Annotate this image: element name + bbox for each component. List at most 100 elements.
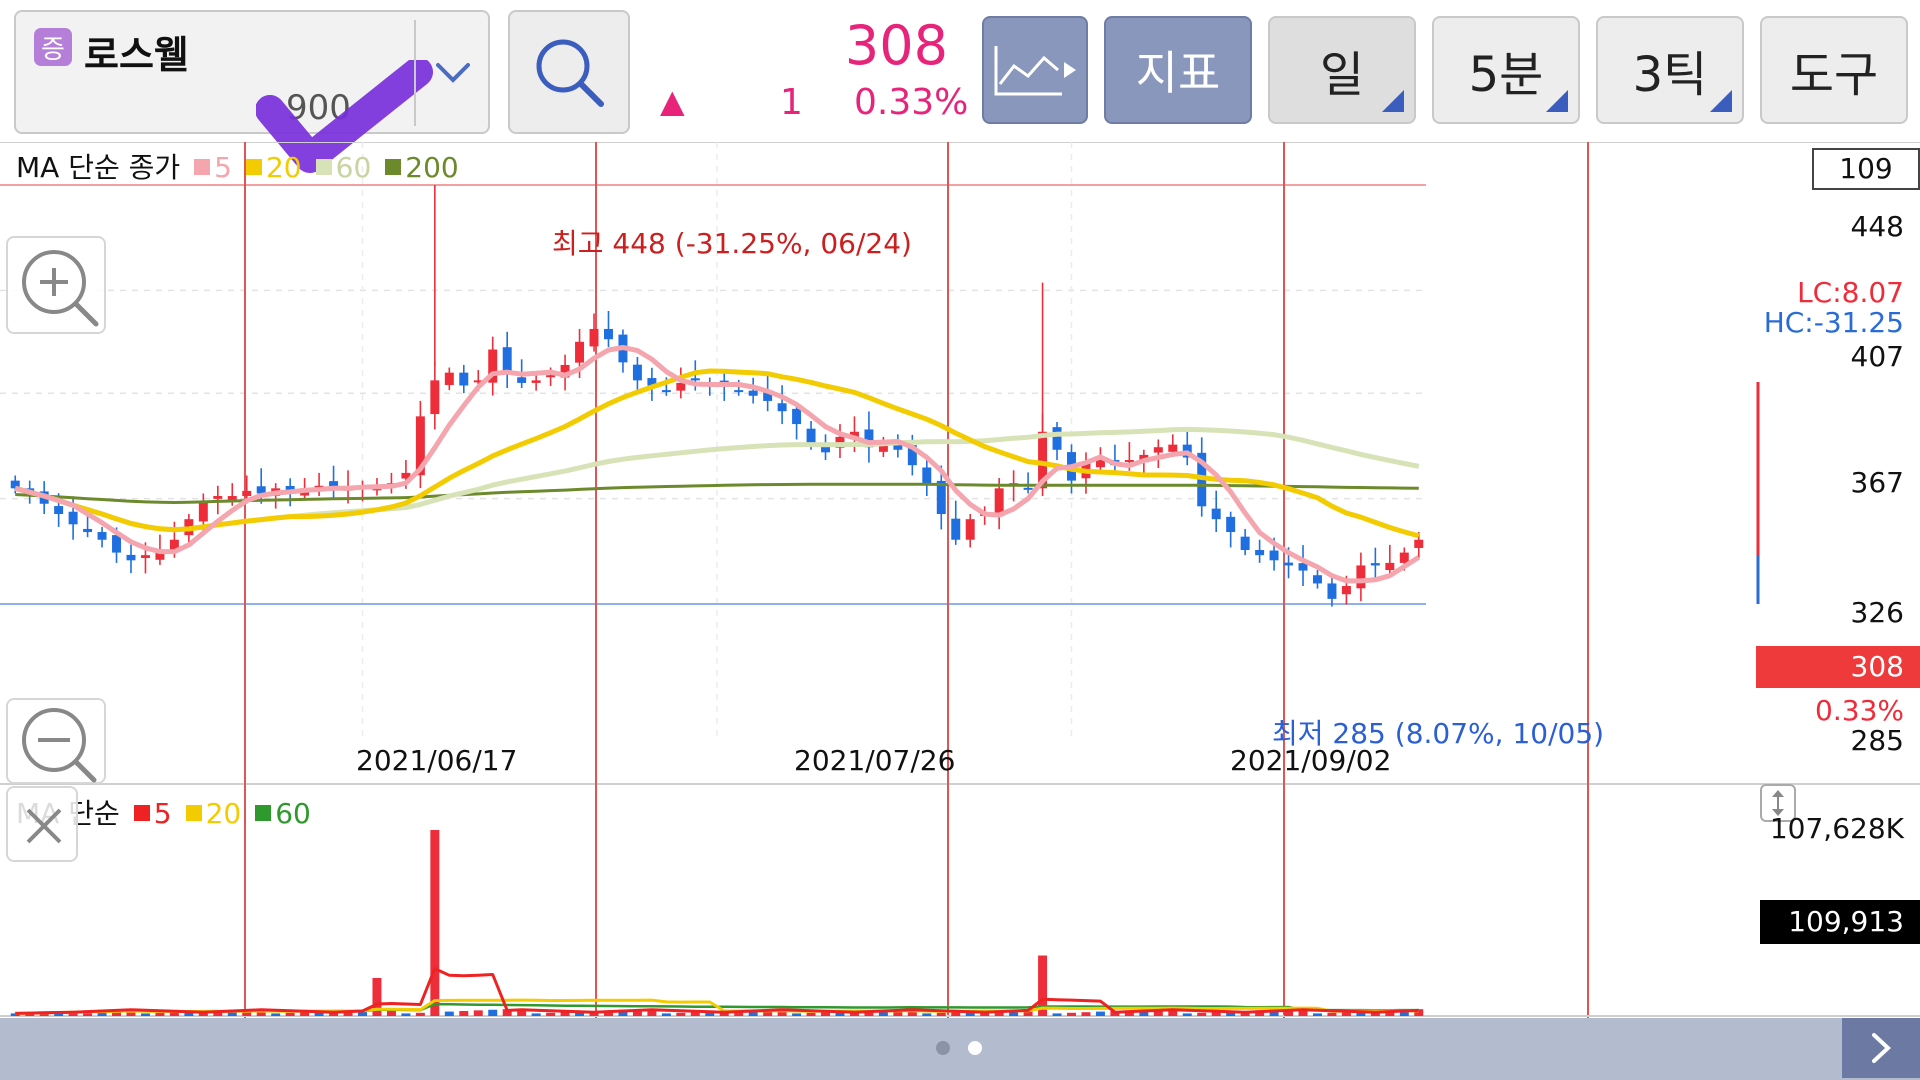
volume-bar bbox=[1067, 1012, 1076, 1016]
search-icon bbox=[536, 39, 604, 107]
candle-body bbox=[632, 364, 642, 381]
ma200-swatch bbox=[385, 159, 402, 175]
candle-body bbox=[546, 375, 556, 378]
candle-body bbox=[140, 555, 150, 558]
candle-body bbox=[1255, 550, 1265, 556]
ma60-swatch bbox=[315, 159, 332, 175]
candle-body bbox=[1168, 444, 1178, 452]
volume-bar bbox=[415, 1012, 425, 1016]
stock-dropdown-button[interactable] bbox=[414, 20, 490, 126]
zoom-out-button[interactable] bbox=[6, 698, 106, 784]
candle-body bbox=[1153, 447, 1163, 453]
volume-bar bbox=[1095, 1011, 1105, 1016]
current-percent-tag: 0.33% bbox=[1815, 694, 1904, 727]
ma60-legend-label: 60 bbox=[335, 151, 372, 184]
page-dot-1[interactable] bbox=[936, 1041, 950, 1055]
candle-body bbox=[1399, 552, 1409, 563]
candle-body bbox=[922, 467, 932, 484]
volume-bar bbox=[401, 1013, 411, 1016]
tools-button[interactable]: 도구 bbox=[1760, 16, 1908, 124]
dropdown-corner-icon bbox=[1382, 90, 1404, 112]
dropdown-corner-icon bbox=[1546, 90, 1568, 112]
current-price-tag: 308 bbox=[1756, 646, 1920, 688]
volume-bar bbox=[1197, 1012, 1207, 1016]
period-minute-button[interactable]: 5분 bbox=[1432, 16, 1580, 124]
bottom-page-bar bbox=[0, 1018, 1920, 1080]
candle-body bbox=[1370, 563, 1380, 566]
candle-body bbox=[1284, 562, 1294, 566]
candle-body bbox=[54, 506, 64, 515]
candle-body bbox=[1312, 575, 1322, 584]
candle-body bbox=[242, 490, 252, 497]
volume-bar bbox=[922, 1013, 932, 1016]
candle-body bbox=[1052, 427, 1062, 450]
volume-bar bbox=[444, 1011, 454, 1016]
price-chart[interactable] bbox=[0, 142, 1920, 786]
y-tick-285: 285 bbox=[1850, 724, 1904, 757]
volume-bar bbox=[430, 830, 440, 1016]
vma20-swatch bbox=[185, 805, 202, 821]
zoom-in-icon bbox=[22, 250, 99, 327]
current-price: 308 bbox=[844, 14, 948, 77]
candle-body bbox=[1023, 487, 1033, 490]
volume-bar bbox=[1327, 1012, 1337, 1016]
max-volume-label: 107,628K bbox=[1769, 812, 1904, 845]
vma20-legend-label: 20 bbox=[205, 797, 242, 830]
volume-bar bbox=[488, 1009, 498, 1016]
search-button[interactable] bbox=[508, 10, 630, 134]
ma5-line bbox=[14, 345, 1421, 584]
current-volume-tag: 109,913 bbox=[1760, 900, 1920, 944]
next-page-button[interactable] bbox=[1842, 1018, 1920, 1078]
period-day-label: 일 bbox=[1319, 47, 1365, 103]
candle-body bbox=[589, 328, 599, 347]
candle-body bbox=[531, 380, 541, 383]
high-annotation: 최고 448 (-31.25%, 06/24) bbox=[552, 227, 912, 260]
date-label-3: 2021/09/02 bbox=[1230, 744, 1392, 777]
candle-body bbox=[198, 501, 208, 522]
candle-body bbox=[690, 378, 700, 381]
volume-bar bbox=[155, 1012, 165, 1016]
y-tick-448: 448 bbox=[1850, 210, 1904, 243]
candle-body bbox=[1327, 583, 1337, 599]
candle-body bbox=[83, 528, 93, 533]
y-tick-367: 367 bbox=[1850, 466, 1904, 499]
zoom-in-button[interactable] bbox=[6, 236, 106, 334]
period-day-button[interactable]: 일 bbox=[1268, 16, 1416, 124]
ma20-legend-label: 20 bbox=[265, 151, 302, 184]
volume-bar bbox=[271, 1013, 281, 1016]
candle-body bbox=[1385, 562, 1395, 571]
candle-body bbox=[734, 390, 744, 393]
candle-body bbox=[97, 532, 107, 540]
volume-bar bbox=[936, 1012, 946, 1016]
candle-body bbox=[213, 496, 223, 499]
stock-selector[interactable]: 증 로스웰 900 bbox=[14, 10, 490, 173]
vma5-swatch bbox=[133, 805, 150, 821]
candle-body bbox=[661, 390, 671, 393]
vma60-swatch bbox=[255, 805, 272, 821]
page-dot-2[interactable] bbox=[968, 1041, 982, 1055]
line-chart-icon bbox=[994, 46, 1076, 96]
indicator-button[interactable]: 지표 bbox=[1104, 16, 1252, 124]
change-value: 1 bbox=[780, 82, 803, 123]
price-legend-title: MA 단순 종가 bbox=[16, 151, 181, 184]
hc-label: HC:-31.25 bbox=[1763, 306, 1904, 339]
candle-body bbox=[112, 535, 122, 553]
tick-label: 3틱 bbox=[1632, 47, 1708, 103]
close-indicator-button[interactable] bbox=[6, 786, 78, 862]
date-label-1: 2021/06/17 bbox=[356, 744, 518, 777]
date-label-2: 2021/07/26 bbox=[794, 744, 956, 777]
ma20-swatch bbox=[245, 159, 262, 175]
dropdown-corner-icon bbox=[1710, 90, 1732, 112]
chart-type-button[interactable] bbox=[982, 16, 1088, 124]
candle-body bbox=[1240, 536, 1250, 551]
volume-bar bbox=[546, 1012, 556, 1016]
ma5-legend-label: 5 bbox=[214, 151, 232, 184]
candle-body bbox=[951, 518, 961, 540]
candle-body bbox=[1356, 565, 1366, 589]
visible-count-box[interactable]: 109 bbox=[1812, 148, 1920, 190]
price-ma-legend: MA 단순 종가 5 20 60 200 bbox=[16, 146, 459, 186]
volume-bar bbox=[1182, 1013, 1192, 1016]
volume-bar bbox=[140, 1013, 150, 1016]
candle-body bbox=[965, 519, 975, 540]
tick-button[interactable]: 3틱 bbox=[1596, 16, 1744, 124]
